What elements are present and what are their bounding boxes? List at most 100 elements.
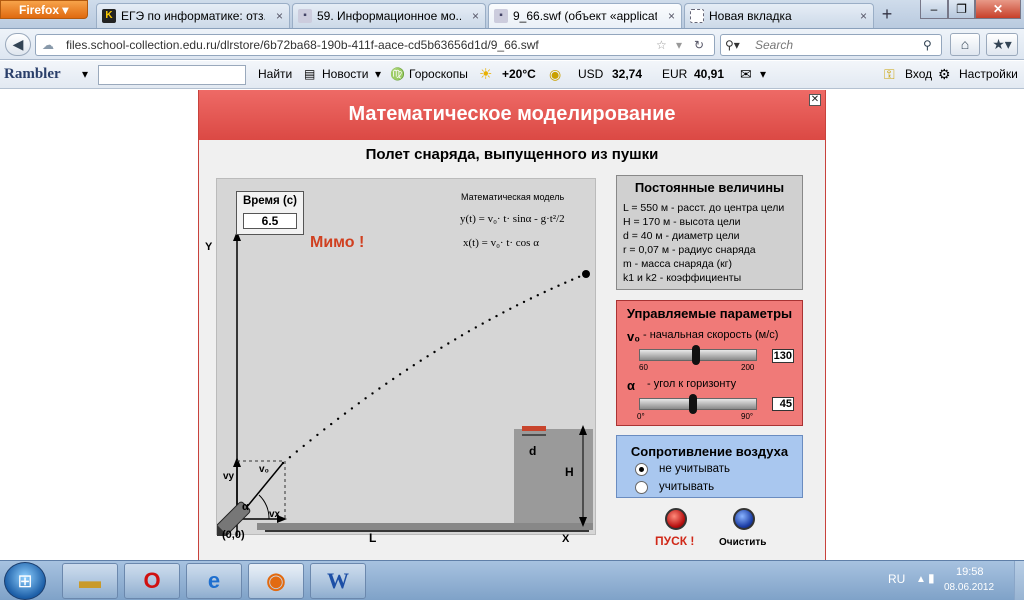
start-button[interactable]: ⊞ — [4, 562, 46, 600]
alpha-slider-track[interactable] — [639, 398, 757, 410]
bookmarks-button[interactable]: ★▾ — [986, 33, 1018, 56]
restore-button[interactable]: ❐ — [948, 0, 975, 19]
blank-page-icon — [690, 9, 704, 23]
page-subtitle: Полет снаряда, выпущенного из пушки — [365, 146, 659, 163]
v0-slider-handle[interactable] — [692, 345, 700, 365]
trajectory-dot — [336, 417, 340, 420]
L-label: L — [369, 531, 377, 545]
trajectory-dot — [343, 412, 347, 415]
horoscopes-button[interactable]: Гороскопы — [409, 61, 468, 88]
radio-ignore[interactable] — [635, 463, 648, 476]
formula-x: x(t) = v₀· t· cos α — [463, 237, 539, 249]
projectile — [582, 270, 590, 278]
search-placeholder: Search — [755, 38, 794, 52]
tab-new[interactable]: Новая вкладка × — [684, 3, 874, 28]
login-button[interactable]: Вход — [905, 61, 932, 88]
time-display: Время (с) 6.5 — [236, 191, 304, 235]
clear-label[interactable]: Очистить — [719, 537, 766, 548]
opera-taskbar-button[interactable]: O — [124, 563, 180, 599]
chevron-down-icon: ▾ — [62, 3, 69, 17]
trajectory-dot — [522, 300, 526, 304]
app-title: Математическое моделирование — [199, 90, 825, 140]
search-icon[interactable]: ⚲ — [923, 35, 932, 55]
alpha-slider-handle[interactable] — [689, 394, 697, 414]
flash-app: Математическое моделирование ✕ Полет сна… — [198, 90, 826, 560]
v0-min: 60 — [639, 363, 648, 372]
currency-icon: ◉ — [549, 66, 562, 82]
clock-date[interactable]: 08.06.2012 — [944, 582, 994, 593]
trajectory-dot — [460, 334, 464, 337]
site-favicon-icon: K — [102, 9, 116, 23]
find-button[interactable]: Найти — [258, 61, 292, 88]
launch-label[interactable]: ПУСК ! — [655, 534, 694, 548]
tab-ege[interactable]: K ЕГЭ по информатике: отз... × — [96, 3, 290, 28]
settings-button[interactable]: Настройки — [959, 61, 1018, 88]
time-label: Время (с) — [242, 195, 298, 207]
chevron-down-icon[interactable]: ▾ — [375, 61, 381, 88]
address-bar[interactable]: ☁ files.school-collection.edu.ru/dlrstor… — [35, 34, 715, 56]
close-icon[interactable]: ✕ — [809, 94, 821, 106]
chevron-down-icon[interactable]: ▾ — [82, 61, 88, 88]
y-axis-label: Y — [205, 241, 213, 253]
constant-line: k1 и k2 - коэффициенты — [623, 272, 742, 284]
new-tab-button[interactable]: + — [876, 3, 898, 27]
air-resistance-panel: Сопротивление воздуха не учитывать учиты… — [616, 435, 803, 498]
temperature[interactable]: +20°C — [502, 61, 536, 88]
clock-time[interactable]: 19:58 — [956, 566, 984, 578]
clear-button[interactable] — [733, 508, 755, 530]
trajectory-dot — [529, 297, 533, 300]
close-tab-icon[interactable]: × — [668, 4, 675, 28]
dropdown-icon[interactable]: ▾ — [676, 35, 682, 55]
launch-button[interactable] — [665, 508, 687, 530]
tab-swf[interactable]: ▪ 9_66.swf (объект «applicat... × — [488, 3, 682, 28]
constant-line: H = 170 м - высота цели — [623, 216, 741, 228]
rambler-logo[interactable]: Rambler — [4, 61, 61, 88]
rambler-search-input[interactable] — [98, 65, 246, 85]
bookmarks-icon: ★▾ — [992, 36, 1012, 52]
formula-y: y(t) = v₀· t· sinα - g·t²/2 — [460, 213, 565, 225]
tab-information-model[interactable]: ▪ 59. Информационное мо... × — [292, 3, 486, 28]
radio-consider[interactable] — [635, 481, 648, 494]
trajectory-dot — [323, 428, 326, 431]
mail-icon[interactable]: ✉ — [740, 61, 752, 88]
close-tab-icon[interactable]: × — [860, 4, 867, 28]
close-tab-icon[interactable]: × — [472, 4, 479, 28]
reload-icon[interactable]: ↻ — [694, 35, 704, 55]
firefox-menu-button[interactable]: Firefox ▾ — [0, 0, 88, 19]
trajectory-dot — [557, 284, 560, 287]
alpha-symbol: α — [627, 378, 635, 393]
trajectory-dot — [309, 439, 312, 442]
search-input[interactable]: ⚲▾ Search ⚲ — [720, 34, 942, 56]
trajectory-dot — [281, 461, 285, 465]
trajectory-dot — [350, 407, 354, 410]
vy-label: vy — [223, 471, 235, 482]
close-tab-icon[interactable]: × — [276, 4, 283, 28]
tray-expand-icon[interactable]: ▲ — [916, 574, 926, 585]
news-button[interactable]: Новости — [322, 61, 368, 88]
firefox-taskbar-button[interactable]: ◉ — [248, 563, 304, 599]
explorer-taskbar-button[interactable]: ▬ — [62, 563, 118, 599]
windows-logo-icon: ⊞ — [17, 571, 33, 591]
target — [522, 426, 546, 431]
eur-value: 40,91 — [694, 67, 725, 81]
close-window-button[interactable]: ✕ — [975, 0, 1021, 19]
home-icon: ⌂ — [960, 36, 970, 52]
word-taskbar-button[interactable]: W — [310, 563, 366, 599]
ie-taskbar-button[interactable]: e — [186, 563, 242, 599]
v0-value[interactable]: 130 — [772, 349, 794, 363]
home-button[interactable]: ⌂ — [950, 33, 980, 56]
back-button[interactable]: ◀ — [5, 33, 31, 56]
bookmark-star-icon[interactable]: ☆ — [656, 35, 667, 55]
taskbar: ⊞ ▬ O e ◉ W RU ▲ ▮ 19:58 08.06.2012 — [0, 560, 1024, 600]
option-consider-label[interactable]: учитывать — [659, 481, 714, 493]
option-ignore-label[interactable]: не учитывать — [659, 463, 730, 475]
chevron-down-icon[interactable]: ▾ — [760, 61, 766, 88]
network-icon[interactable]: ▮ — [928, 571, 935, 585]
search-engine-icon[interactable]: ⚲▾ — [725, 35, 740, 55]
trajectory-dot — [405, 368, 409, 371]
alpha-value[interactable]: 45 — [772, 397, 794, 411]
show-desktop-button[interactable] — [1014, 561, 1024, 600]
language-indicator[interactable]: RU — [888, 572, 905, 586]
minimize-button[interactable]: – — [920, 0, 948, 19]
alpha-min: 0° — [637, 412, 645, 421]
